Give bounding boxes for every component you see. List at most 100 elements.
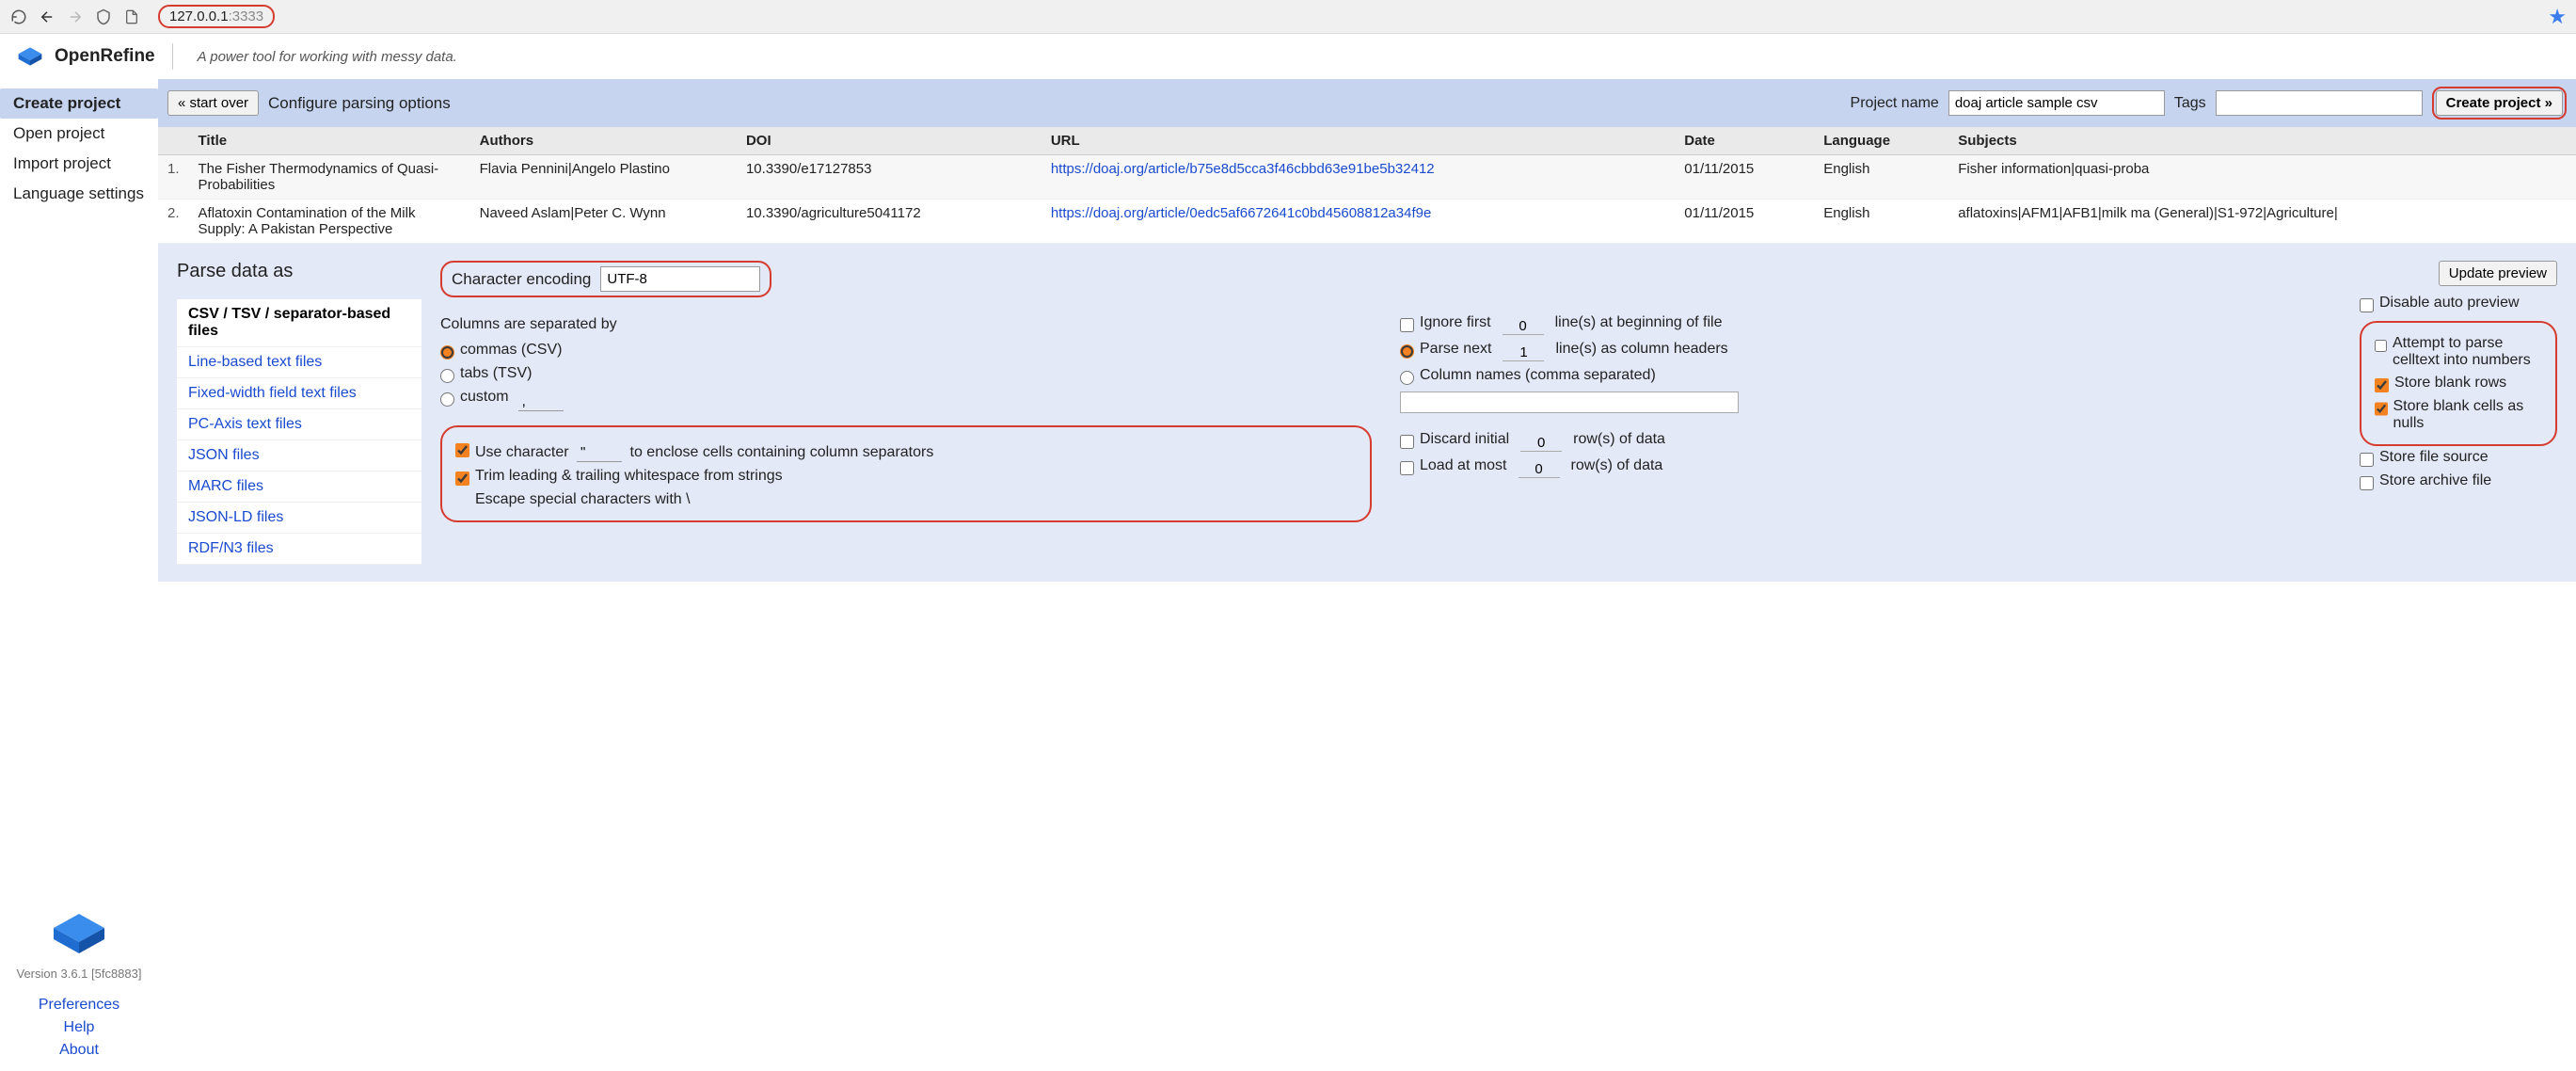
cols-separated-label: Columns are separated by (440, 316, 1372, 333)
divider (172, 43, 173, 70)
format-line-based[interactable]: Line-based text files (177, 347, 421, 378)
ignore-first-checkbox[interactable]: Ignore first line(s) at beginning of fil… (1400, 312, 2331, 338)
col-url: URL (1042, 127, 1675, 155)
format-marc[interactable]: MARC files (177, 472, 421, 503)
cell-title: The Fisher Thermodynamics of Quasi-Proba… (189, 155, 470, 200)
app-tagline: A power tool for working with messy data… (198, 49, 457, 65)
cell-language: English (1814, 155, 1948, 200)
ignore-first-input[interactable] (1503, 318, 1544, 335)
parse-next-input[interactable] (1503, 344, 1544, 361)
parse-next-radio[interactable]: Parse next line(s) as column headers (1400, 338, 2331, 364)
cell-title: Aflatoxin Contamination of the Milk Supp… (189, 200, 470, 244)
cell-language: English (1814, 200, 1948, 244)
start-over-button[interactable]: « start over (167, 90, 259, 116)
sidebar-item-open-project[interactable]: Open project (13, 119, 158, 149)
sidebar-item-import-project[interactable]: Import project (13, 149, 158, 179)
cell-url: https://doaj.org/article/0edc5af6672641c… (1042, 200, 1675, 244)
store-archive-checkbox[interactable]: Store archive file (2360, 470, 2557, 493)
cell-doi: 10.3390/agriculture5041172 (737, 200, 1042, 244)
col-authors: Authors (470, 127, 737, 155)
col-names-input[interactable] (1400, 392, 1739, 413)
escape-label: Escape special characters with \ (455, 488, 1357, 511)
openrefine-diamond-icon (51, 910, 107, 957)
col-title: Title (189, 127, 470, 155)
enclose-char-input[interactable] (577, 443, 622, 462)
sidebar: Create project Open project Import proje… (0, 79, 158, 582)
col-names-radio[interactable]: Column names (comma separated) (1400, 364, 2331, 388)
cell-subjects: aflatoxins|AFM1|AFB1|milk ma (General)|S… (1948, 200, 2576, 244)
cell-subjects: Fisher information|quasi-proba (1948, 155, 2576, 200)
action-bar: « start over Configure parsing options P… (158, 79, 2576, 127)
app-header: OpenRefine A power tool for working with… (0, 34, 2576, 79)
disable-auto-preview-checkbox[interactable]: Disable auto preview (2360, 292, 2557, 315)
sep-custom-radio[interactable]: custom (440, 386, 1372, 414)
store-blank-cells-checkbox[interactable]: Store blank cells as nulls (2375, 395, 2542, 435)
sep-custom-input[interactable] (518, 392, 564, 411)
browser-toolbar: 127.0.0.1:3333 ★ (0, 0, 2576, 34)
format-pc-axis[interactable]: PC-Axis text files (177, 409, 421, 440)
discard-initial-checkbox[interactable]: Discard initial row(s) of data (1400, 428, 2331, 455)
update-preview-button[interactable]: Update preview (2439, 261, 2557, 286)
url-link[interactable]: https://doaj.org/article/b75e8d5cca3f46c… (1051, 161, 1435, 177)
load-most-input[interactable] (1519, 461, 1560, 478)
version-text: Version 3.6.1 [5fc8883] (0, 967, 158, 981)
format-list: CSV / TSV / separator-based files Line-b… (177, 299, 421, 565)
data-preview-table: Title Authors DOI URL Date Language Subj… (158, 127, 2576, 244)
use-char-checkbox[interactable]: Use character to enclose cells containin… (455, 437, 1357, 465)
reload-icon[interactable] (9, 8, 28, 26)
store-file-source-checkbox[interactable]: Store file source (2360, 446, 2557, 470)
url-bar[interactable]: 127.0.0.1:3333 (151, 3, 282, 30)
parse-heading: Parse data as (177, 261, 421, 282)
table-row: 2. Aflatoxin Contamination of the Milk S… (158, 200, 2576, 244)
project-name-label: Project name (1851, 95, 1939, 112)
configure-label: Configure parsing options (268, 94, 451, 113)
create-project-button[interactable]: Create project » (2436, 90, 2563, 116)
bookmark-star-icon[interactable]: ★ (2548, 5, 2567, 29)
project-name-input[interactable] (1948, 90, 2165, 116)
cell-authors: Naveed Aslam|Peter C. Wynn (470, 200, 737, 244)
footer-link-help[interactable]: Help (0, 1016, 158, 1039)
parse-options-panel: Parse data as CSV / TSV / separator-base… (158, 244, 2576, 582)
attempt-parse-checkbox[interactable]: Attempt to parse celltext into numbers (2375, 332, 2542, 372)
format-json[interactable]: JSON files (177, 440, 421, 472)
store-blank-rows-checkbox[interactable]: Store blank rows (2375, 372, 2542, 395)
col-subjects: Subjects (1948, 127, 2576, 155)
tags-label: Tags (2174, 95, 2206, 112)
url-link[interactable]: https://doaj.org/article/0edc5af6672641c… (1051, 205, 1432, 221)
sidebar-footer: Version 3.6.1 [5fc8883] Preferences Help… (0, 910, 158, 1062)
url-host: 127.0.0.1 (169, 8, 229, 24)
content: « start over Configure parsing options P… (158, 79, 2576, 582)
cell-doi: 10.3390/e17127853 (737, 155, 1042, 200)
page-icon[interactable] (122, 8, 141, 26)
col-date: Date (1675, 127, 1814, 155)
col-language: Language (1814, 127, 1948, 155)
shield-icon[interactable] (94, 8, 113, 26)
discard-initial-input[interactable] (1520, 435, 1562, 452)
trim-checkbox[interactable]: Trim leading & trailing whitespace from … (455, 465, 1357, 488)
format-csv[interactable]: CSV / TSV / separator-based files (177, 299, 421, 347)
cell-date: 01/11/2015 (1675, 200, 1814, 244)
cell-date: 01/11/2015 (1675, 155, 1814, 200)
sep-commas-radio[interactable]: commas (CSV) (440, 339, 1372, 362)
format-rdf-n3[interactable]: RDF/N3 files (177, 534, 421, 565)
footer-link-about[interactable]: About (0, 1039, 158, 1062)
back-icon[interactable] (38, 8, 56, 26)
encoding-label: Character encoding (452, 270, 591, 289)
footer-link-preferences[interactable]: Preferences (0, 994, 158, 1016)
format-json-ld[interactable]: JSON-LD files (177, 503, 421, 534)
cell-authors: Flavia Pennini|Angelo Plastino (470, 155, 737, 200)
sidebar-item-create-project[interactable]: Create project (0, 88, 158, 119)
table-header-row: Title Authors DOI URL Date Language Subj… (158, 127, 2576, 155)
row-num: 2. (158, 200, 189, 244)
sidebar-item-language-settings[interactable]: Language settings (13, 179, 158, 209)
tags-input[interactable] (2216, 90, 2423, 116)
app-name: OpenRefine (55, 46, 155, 67)
forward-icon[interactable] (66, 8, 85, 26)
load-most-checkbox[interactable]: Load at most row(s) of data (1400, 455, 2331, 481)
url-port: :3333 (229, 8, 264, 24)
sep-tabs-radio[interactable]: tabs (TSV) (440, 362, 1372, 386)
col-doi: DOI (737, 127, 1042, 155)
format-fixed-width[interactable]: Fixed-width field text files (177, 378, 421, 409)
openrefine-logo-icon (17, 46, 43, 67)
encoding-input[interactable] (600, 266, 760, 292)
